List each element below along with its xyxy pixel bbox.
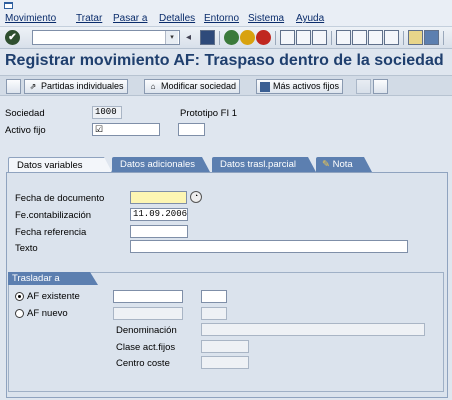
menu-tratar[interactable]: Tratar [76, 13, 102, 24]
page-title: Registrar movimiento AF: Traspaso dentro… [5, 52, 444, 69]
command-history-dropdown-icon[interactable]: ▾ [165, 31, 178, 44]
activo-fijo-subnumber-field[interactable] [178, 123, 205, 136]
sociedad-label: Sociedad [5, 108, 45, 119]
tab-datos-variables[interactable]: Datos variables [8, 157, 112, 172]
shortcut-icon[interactable] [424, 30, 439, 45]
toolbar-separator [331, 31, 332, 45]
af-nuevo-label: AF nuevo [27, 308, 68, 319]
save-icon[interactable] [200, 30, 215, 45]
fecha-referencia-field[interactable] [130, 225, 188, 238]
af-nuevo-asset-field [113, 307, 183, 320]
tab-datos-trasl-parcial[interactable]: Datos trasl.parcial [212, 157, 316, 172]
af-existente-radio[interactable] [15, 292, 24, 301]
denominacion-label: Denominación [116, 325, 177, 336]
mas-activos-fijos-button[interactable]: Más activos fijos [256, 79, 344, 94]
clase-act-fijos-field [201, 340, 249, 353]
centro-coste-field [201, 356, 249, 369]
centro-coste-label: Centro coste [116, 358, 170, 369]
standard-toolbar: ✔ ▾ ◂ [0, 27, 452, 49]
af-existente-asset-field[interactable] [113, 290, 183, 303]
modificar-sociedad-button[interactable]: ⌂ Modificar sociedad [144, 79, 241, 94]
fe-contabilizacion-field[interactable]: 11.09.2006 [130, 208, 188, 221]
trasladar-a-title: Trasladar a [8, 272, 98, 285]
print-icon[interactable] [280, 30, 295, 45]
menu-detalles[interactable]: Detalles [159, 13, 195, 24]
cancel-icon[interactable] [256, 30, 271, 45]
sociedad-field: 1000 [92, 106, 122, 119]
activo-fijo-label: Activo fijo [5, 125, 46, 136]
toolbar-separator [219, 31, 220, 45]
menu-sistema[interactable]: Sistema [248, 13, 284, 24]
menu-ayuda[interactable]: Ayuda [296, 13, 324, 24]
fecha-referencia-label: Fecha referencia [15, 227, 87, 238]
tab-datos-adicionales[interactable]: Datos adicionales [112, 157, 210, 172]
tab-nota[interactable]: ✎ Nota [316, 157, 372, 172]
toolbar-separator [275, 31, 276, 45]
find-next-icon[interactable] [312, 30, 327, 45]
af-nuevo-subnumber-field [201, 307, 227, 320]
activo-fijo-field[interactable]: ☑ [92, 123, 160, 136]
menu-bar: Movimiento Tratar Pasar a Detalles Entor… [0, 0, 452, 27]
line-items-icon: ⇗ [29, 81, 37, 91]
overview-icon[interactable] [6, 79, 21, 94]
exit-icon[interactable] [240, 30, 255, 45]
sociedad-description: Prototipo FI 1 [180, 108, 238, 119]
system-menu-icon[interactable] [4, 2, 13, 9]
toolbar-separator [403, 31, 404, 45]
menu-movimiento[interactable]: Movimiento [5, 13, 56, 24]
af-existente-subnumber-field[interactable] [201, 290, 227, 303]
denominacion-field [201, 323, 425, 336]
fe-contabilizacion-label: Fe.contabilización [15, 210, 92, 221]
back-icon[interactable] [224, 30, 239, 45]
change-company-icon: ⌂ [150, 81, 156, 91]
back-arrow-icon[interactable]: ◂ [186, 30, 201, 45]
menu-pasar-a[interactable]: Pasar a [113, 13, 147, 24]
texto-field[interactable] [130, 240, 408, 253]
clase-act-fijos-label: Clase act.fijos [116, 342, 176, 353]
af-nuevo-radio[interactable] [15, 309, 24, 318]
texto-label: Texto [15, 243, 38, 254]
document-icon[interactable] [373, 79, 388, 94]
toolbar-separator [443, 31, 444, 45]
menu-entorno[interactable]: Entorno [204, 13, 239, 24]
command-field[interactable] [32, 30, 180, 45]
application-toolbar: ⇗ Partidas individuales ⌂ Modificar soci… [0, 75, 452, 96]
af-existente-label: AF existente [27, 291, 80, 302]
find-icon[interactable] [296, 30, 311, 45]
new-session-icon[interactable] [408, 30, 423, 45]
fecha-documento-label: Fecha de documento [15, 193, 105, 204]
enter-check-icon[interactable]: ✔ [5, 30, 20, 45]
first-page-icon[interactable] [336, 30, 351, 45]
note-pencil-icon: ✎ [322, 159, 330, 170]
next-page-icon[interactable] [368, 30, 383, 45]
multiple-assets-icon [260, 81, 270, 92]
partidas-individuales-button[interactable]: ⇗ Partidas individuales [24, 79, 128, 94]
previous-page-icon[interactable] [352, 30, 367, 45]
last-page-icon[interactable] [384, 30, 399, 45]
disabled-action-icon [356, 79, 371, 94]
calendar-help-icon[interactable]: ◔ [190, 191, 202, 203]
fecha-documento-field[interactable] [130, 191, 187, 204]
